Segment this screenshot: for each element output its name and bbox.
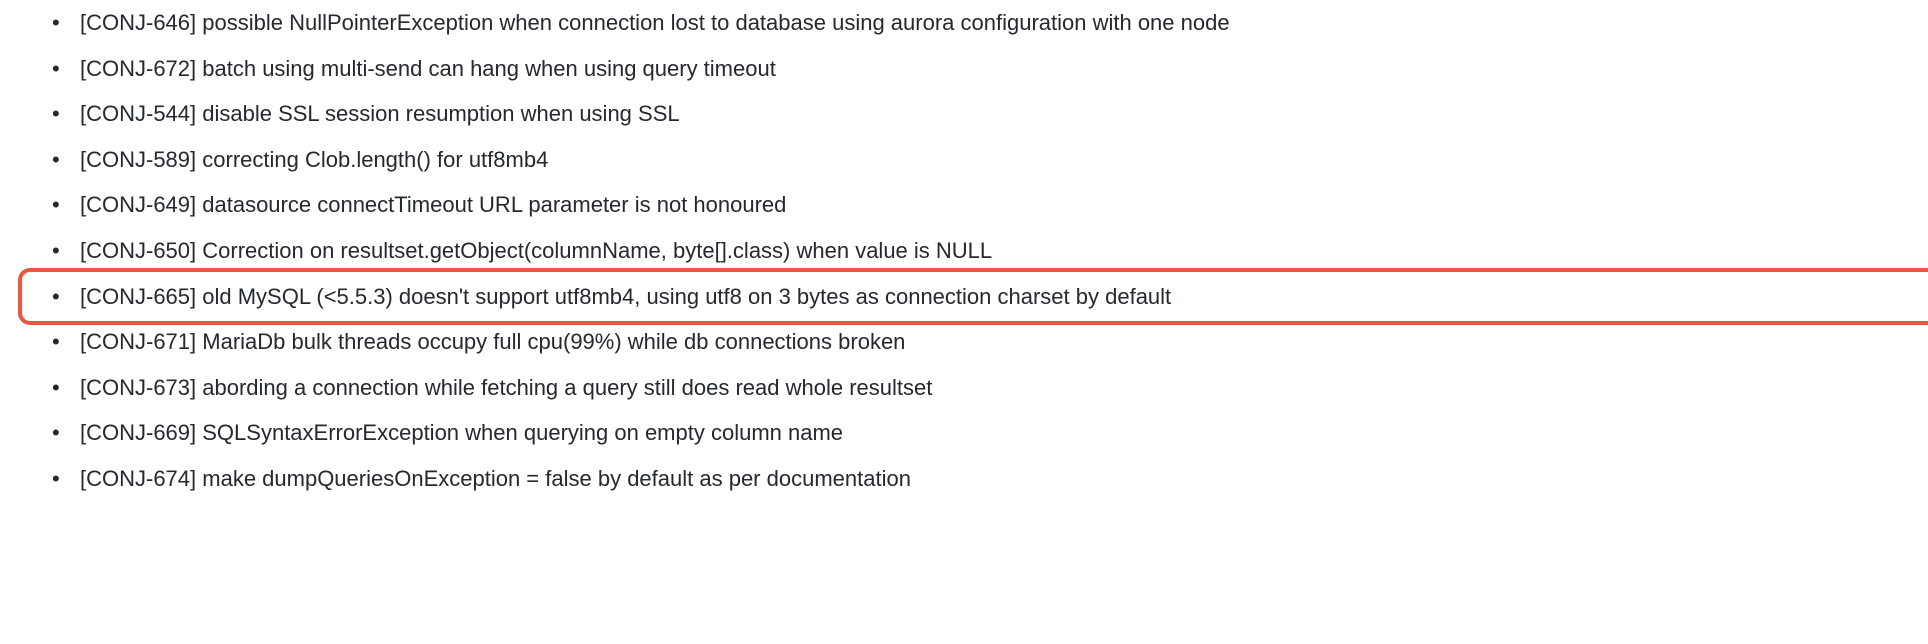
changelog-item: [CONJ-673] abording a connection while f… xyxy=(60,365,1908,411)
changelog-item-text: [CONJ-673] abording a connection while f… xyxy=(80,375,932,400)
changelog-item-highlighted: [CONJ-665] old MySQL (<5.5.3) doesn't su… xyxy=(60,274,1908,320)
changelog-item: [CONJ-671] MariaDb bulk threads occupy f… xyxy=(60,319,1908,365)
changelog-item-text: [CONJ-649] datasource connectTimeout URL… xyxy=(80,192,786,217)
changelog-item-text: [CONJ-589] correcting Clob.length() for … xyxy=(80,147,548,172)
changelog-item-text: [CONJ-650] Correction on resultset.getOb… xyxy=(80,238,992,263)
changelog-item-text: [CONJ-669] SQLSyntaxErrorException when … xyxy=(80,420,843,445)
changelog-item-text: [CONJ-672] batch using multi-send can ha… xyxy=(80,56,776,81)
changelog-item-text: [CONJ-671] MariaDb bulk threads occupy f… xyxy=(80,329,905,354)
changelog-item: [CONJ-674] make dumpQueriesOnException =… xyxy=(60,456,1908,502)
changelog-item: [CONJ-672] batch using multi-send can ha… xyxy=(60,46,1908,92)
changelog-item: [CONJ-544] disable SSL session resumptio… xyxy=(60,91,1908,137)
changelog-item: [CONJ-650] Correction on resultset.getOb… xyxy=(60,228,1908,274)
changelog-item-text: [CONJ-665] old MySQL (<5.5.3) doesn't su… xyxy=(80,284,1171,309)
changelog-item: [CONJ-589] correcting Clob.length() for … xyxy=(60,137,1908,183)
changelog-item-text: [CONJ-674] make dumpQueriesOnException =… xyxy=(80,466,911,491)
changelog-item: [CONJ-646] possible NullPointerException… xyxy=(60,0,1908,46)
changelog-list: [CONJ-646] possible NullPointerException… xyxy=(20,0,1908,502)
changelog-item-text: [CONJ-646] possible NullPointerException… xyxy=(80,10,1230,35)
changelog-item-text: [CONJ-544] disable SSL session resumptio… xyxy=(80,101,680,126)
changelog-item: [CONJ-669] SQLSyntaxErrorException when … xyxy=(60,410,1908,456)
changelog-item: [CONJ-649] datasource connectTimeout URL… xyxy=(60,182,1908,228)
